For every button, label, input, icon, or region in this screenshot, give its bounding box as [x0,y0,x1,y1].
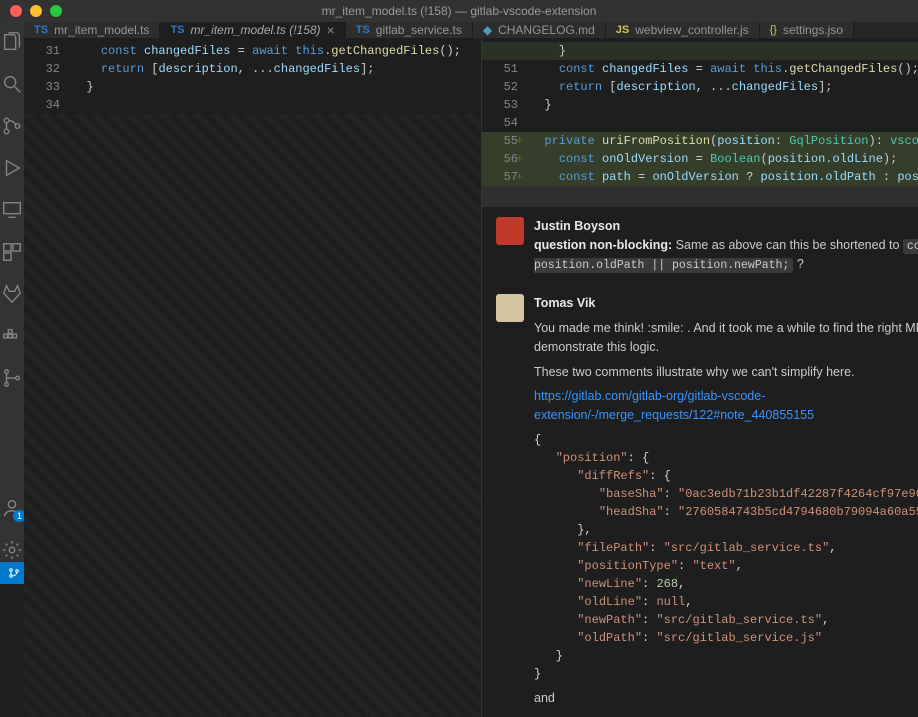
line-number: 32 [24,60,72,78]
maximize-window-icon[interactable] [50,5,62,17]
line-number: 53 [482,96,530,114]
window-title: mr_item_model.ts (!158) — gitlab-vscode-… [322,4,597,18]
tab-bar: TS mr_item_model.ts TS mr_item_model.ts (!1… [24,22,918,38]
editor-pane-left[interactable]: 31 const changedFiles = await this.getCh… [24,38,482,717]
close-window-icon[interactable] [10,5,22,17]
comment-panel: ⌃ Justin Boysonquestion non-blocking: Sa… [482,186,918,717]
comment-link[interactable]: https://gitlab.com/gitlab-org/gitlab-vsc… [534,389,814,422]
code-area-right[interactable]: }51 const changedFiles = await this.getC… [482,38,918,186]
tab-label: mr_item_model.ts [54,23,149,37]
minimize-window-icon[interactable] [30,5,42,17]
code-area-left[interactable]: 31 const changedFiles = await this.getCh… [24,38,481,114]
avatar[interactable] [496,294,524,322]
tab-4[interactable]: JS webview_controller.js [606,22,760,38]
tab-2[interactable]: TS gitlab_service.ts [346,22,473,38]
code-line[interactable]: 54 [482,114,918,132]
run-debug-icon[interactable] [0,156,24,180]
extensions-icon[interactable] [0,240,24,264]
explorer-icon[interactable] [0,30,24,54]
json-icon: {} [770,24,777,36]
code-line[interactable]: 32 return [description, ...changedFiles]… [24,60,481,78]
js-icon: JS [616,24,629,36]
ts-icon: TS [34,24,48,36]
accounts-icon[interactable]: 1 [0,496,24,520]
close-icon[interactable]: × [327,22,335,38]
tab-label: gitlab_service.ts [376,23,462,37]
line-number [482,42,530,60]
activity-bar: 1 [0,22,24,562]
tab-3[interactable]: ◆ CHANGELOG.md [473,22,606,38]
code-line[interactable]: 55 private uriFromPosition(position: Gql… [482,132,918,150]
tab-label: mr_item_model.ts (!158) [191,23,321,37]
line-number: 31 [24,42,72,60]
tab-label: webview_controller.js [635,23,748,37]
tab-label: settings.jso [783,23,843,37]
gitlab-icon[interactable] [0,282,24,306]
settings-gear-icon[interactable] [0,538,24,562]
code-line[interactable]: 33 } [24,78,481,96]
comment-author: Justin Boyson [534,219,620,233]
line-number: 55 [482,132,530,150]
tab-0[interactable]: TS mr_item_model.ts [24,22,160,38]
ts-icon: TS [170,24,184,36]
code-line[interactable]: 56 const onOldVersion = Boolean(position… [482,150,918,168]
code-line[interactable]: } [482,42,918,60]
line-number: 52 [482,78,530,96]
code-line[interactable]: 57 const path = onOldVersion ? position.… [482,168,918,186]
tab-1[interactable]: TS mr_item_model.ts (!158) × [160,22,345,38]
ts-icon: TS [356,24,370,36]
comment-author: Tomas Vik [534,296,595,310]
code-line[interactable]: 53 } [482,96,918,114]
source-control-icon[interactable] [0,114,24,138]
line-number: 56 [482,150,530,168]
titlebar: mr_item_model.ts (!158) — gitlab-vscode-… [0,0,918,22]
docker-icon[interactable] [0,324,24,348]
comment-0: Justin Boysonquestion non-blocking: Same… [482,207,918,284]
line-number: 51 [482,60,530,78]
line-number: 57 [482,168,530,186]
md-icon: ◆ [483,23,492,37]
code-line[interactable]: 51 const changedFiles = await this.getCh… [482,60,918,78]
line-number: 34 [24,96,72,114]
tab-5[interactable]: {} settings.jso [760,22,854,38]
code-line[interactable]: 34 [24,96,481,114]
line-number: 33 [24,78,72,96]
tab-label: CHANGELOG.md [498,23,595,37]
search-icon[interactable] [0,72,24,96]
window-controls[interactable] [10,5,62,17]
git-graph-icon[interactable] [0,366,24,390]
code-line[interactable]: 31 const changedFiles = await this.getCh… [24,42,481,60]
avatar[interactable] [496,217,524,245]
editor-pane-right[interactable]: }51 const changedFiles = await this.getC… [482,38,918,717]
comment-1: Tomas VikYou made me think! :smile: . An… [482,284,918,717]
line-number: 54 [482,114,530,132]
remote-explorer-icon[interactable] [0,198,24,222]
code-line[interactable]: 52 return [description, ...changedFiles]… [482,78,918,96]
